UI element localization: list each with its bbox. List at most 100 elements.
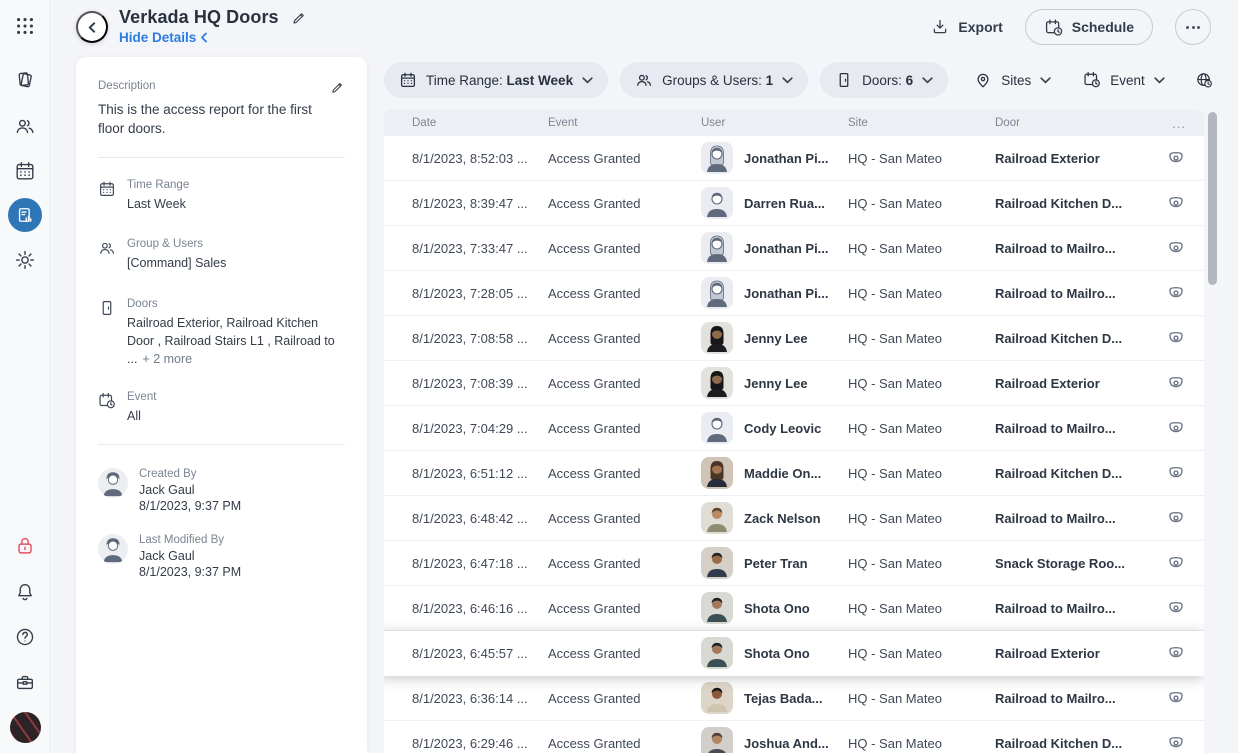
user-name: Jonathan Pi...: [744, 151, 829, 166]
people-icon: [635, 71, 653, 89]
table-scrollbar-thumb[interactable]: [1208, 112, 1217, 285]
table-body: 8/1/2023, 8:52:03 ... Access Granted Jon…: [384, 136, 1204, 753]
dome-camera-icon[interactable]: [1166, 373, 1186, 393]
edit-title-pencil-icon[interactable]: [291, 10, 307, 26]
dome-camera-icon[interactable]: [1166, 283, 1186, 303]
dome-camera-icon[interactable]: [1166, 148, 1186, 168]
toolbox-icon[interactable]: [14, 671, 36, 693]
cell-date: 8/1/2023, 7:08:58 ...: [412, 331, 548, 346]
detail-group-users: Group & Users [Command] Sales: [98, 238, 345, 272]
cell-door: Railroad Kitchen D...: [995, 331, 1154, 346]
cell-door: Railroad Exterior: [995, 151, 1154, 166]
calendar-clock-icon: [1044, 18, 1063, 37]
table-row[interactable]: 8/1/2023, 8:52:03 ... Access Granted Jon…: [384, 136, 1204, 181]
user-name: Jenny Lee: [744, 331, 808, 346]
help-icon[interactable]: [14, 626, 36, 648]
user-avatar: [701, 502, 733, 534]
cell-site: HQ - San Mateo: [848, 241, 995, 256]
dome-camera-icon[interactable]: [1166, 598, 1186, 618]
filter-doors[interactable]: Doors: 6: [820, 62, 948, 98]
schedule-button[interactable]: Schedule: [1025, 9, 1153, 45]
dome-camera-icon[interactable]: [1166, 463, 1186, 483]
table-row[interactable]: 8/1/2023, 7:08:58 ... Access Granted Jen…: [384, 316, 1204, 361]
dome-camera-icon[interactable]: [1166, 688, 1186, 708]
table-row[interactable]: 8/1/2023, 7:04:29 ... Access Granted Cod…: [384, 406, 1204, 451]
user-avatar[interactable]: [10, 712, 41, 743]
cell-door: Railroad Exterior: [995, 376, 1154, 391]
reports-icon[interactable]: [8, 198, 42, 232]
detail-time-range: Time Range Last Week: [98, 179, 345, 213]
cell-site: HQ - San Mateo: [848, 286, 995, 301]
description-label: Description: [98, 80, 156, 92]
left-sidebar: [0, 0, 50, 753]
creator-avatar: [98, 468, 128, 498]
hide-details-link[interactable]: Hide Details: [119, 30, 208, 45]
detail-event: Event All: [98, 391, 345, 425]
cell-event: Access Granted: [548, 331, 701, 346]
cell-site: HQ - San Mateo: [848, 691, 995, 706]
edit-description-pencil-icon[interactable]: [330, 80, 345, 95]
user-name: Peter Tran: [744, 556, 808, 571]
col-header-date: Date: [412, 117, 548, 129]
user-name: Shota Ono: [744, 601, 810, 616]
apps-grid-icon[interactable]: [14, 15, 36, 37]
people-icon[interactable]: [14, 115, 36, 137]
col-header-site: Site: [848, 117, 995, 129]
cell-date: 8/1/2023, 6:47:18 ...: [412, 556, 548, 571]
badge-cards-icon[interactable]: [14, 69, 36, 91]
filter-time-range[interactable]: Time Range: Last Week: [384, 62, 608, 98]
lockdown-icon[interactable]: [14, 535, 36, 557]
user-avatar: [701, 457, 733, 489]
table-row[interactable]: 8/1/2023, 6:46:16 ... Access Granted Sho…: [384, 586, 1204, 631]
table-row[interactable]: 8/1/2023, 6:36:14 ... Access Granted Tej…: [384, 676, 1204, 721]
cell-date: 8/1/2023, 7:08:39 ...: [412, 376, 548, 391]
cell-event: Access Granted: [548, 556, 701, 571]
cell-door: Railroad Exterior: [995, 646, 1154, 661]
user-avatar: [701, 592, 733, 624]
table-row[interactable]: 8/1/2023, 6:51:12 ... Access Granted Mad…: [384, 451, 1204, 496]
doors-more-link[interactable]: + 2 more: [142, 352, 192, 366]
table-row[interactable]: 8/1/2023, 6:45:57 ... Access Granted Sho…: [384, 631, 1204, 676]
description-text: This is the access report for the first …: [98, 101, 330, 138]
dome-camera-icon[interactable]: [1166, 553, 1186, 573]
table-row[interactable]: 8/1/2023, 7:28:05 ... Access Granted Jon…: [384, 271, 1204, 316]
export-button[interactable]: Export: [931, 18, 1002, 36]
table-row[interactable]: 8/1/2023, 6:48:42 ... Access Granted Zac…: [384, 496, 1204, 541]
cell-door: Railroad to Mailro...: [995, 691, 1154, 706]
cell-event: Access Granted: [548, 691, 701, 706]
page-title: Verkada HQ Doors: [119, 7, 279, 28]
dome-camera-icon[interactable]: [1166, 508, 1186, 528]
dome-camera-icon[interactable]: [1166, 643, 1186, 663]
chevron-down-icon: [582, 77, 593, 84]
cell-door: Railroad Kitchen D...: [995, 196, 1154, 211]
table-row[interactable]: 8/1/2023, 8:39:47 ... Access Granted Dar…: [384, 181, 1204, 226]
bell-icon[interactable]: [14, 581, 36, 603]
back-button[interactable]: [76, 11, 108, 43]
cell-date: 8/1/2023, 6:29:46 ...: [412, 736, 548, 751]
more-actions-button[interactable]: [1175, 9, 1211, 45]
gear-icon[interactable]: [14, 249, 36, 271]
user-avatar: [701, 547, 733, 579]
user-avatar: [701, 727, 733, 753]
table-row[interactable]: 8/1/2023, 7:33:47 ... Access Granted Jon…: [384, 226, 1204, 271]
column-options-button[interactable]: ...: [1154, 116, 1186, 131]
dome-camera-icon[interactable]: [1166, 733, 1186, 753]
dome-camera-icon[interactable]: [1166, 328, 1186, 348]
timezone-button[interactable]: [1189, 62, 1219, 98]
map-pin-icon: [974, 71, 992, 89]
dome-camera-icon[interactable]: [1166, 238, 1186, 258]
table-row[interactable]: 8/1/2023, 6:29:46 ... Access Granted Jos…: [384, 721, 1204, 753]
table-row[interactable]: 8/1/2023, 7:08:39 ... Access Granted Jen…: [384, 361, 1204, 406]
table-header: Date Event User Site Door ...: [384, 110, 1204, 136]
cell-door: Railroad to Mailro...: [995, 286, 1154, 301]
calendar-icon[interactable]: [14, 160, 36, 182]
col-header-door: Door: [995, 117, 1154, 129]
table-row[interactable]: 8/1/2023, 6:47:18 ... Access Granted Pet…: [384, 541, 1204, 586]
cell-door: Railroad to Mailro...: [995, 241, 1154, 256]
user-avatar: [701, 412, 733, 444]
filter-event[interactable]: Event: [1077, 62, 1171, 98]
dome-camera-icon[interactable]: [1166, 418, 1186, 438]
filter-groups-users[interactable]: Groups & Users: 1: [620, 62, 808, 98]
dome-camera-icon[interactable]: [1166, 193, 1186, 213]
filter-sites[interactable]: Sites: [968, 62, 1057, 98]
